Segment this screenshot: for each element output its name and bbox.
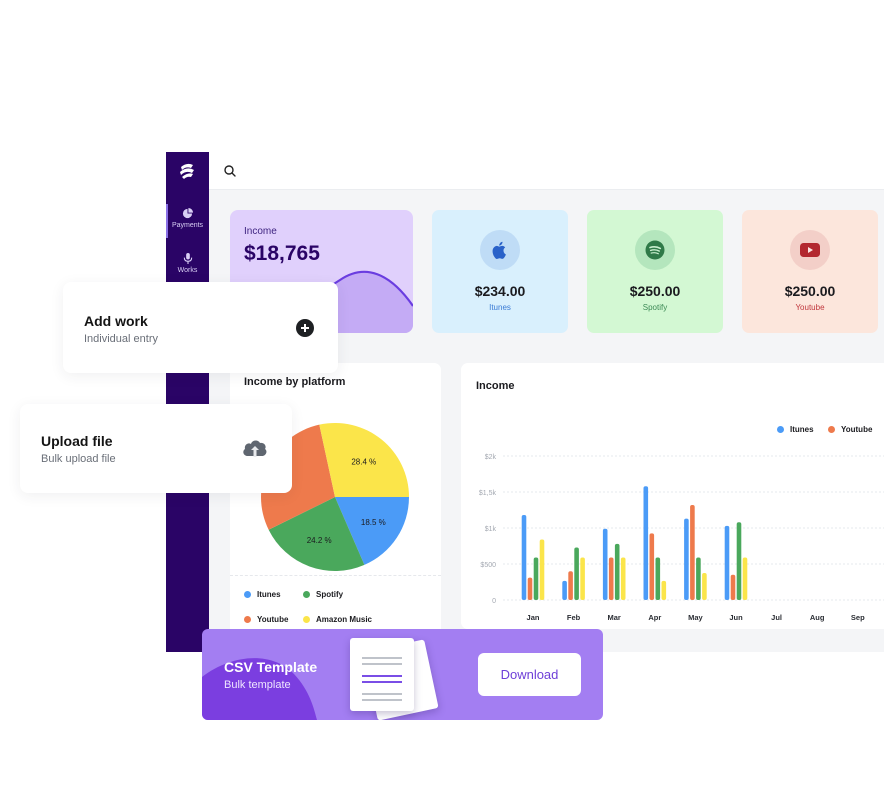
plus-icon [301,324,309,332]
legend-item-itunes[interactable]: Itunes [244,590,281,599]
cloud-upload-icon[interactable] [241,437,269,459]
csv-template-banner: CSV Template Bulk template Download [202,629,603,720]
x-tick-label: Jan [527,613,540,622]
bar-amazon-music-feb[interactable] [580,557,585,600]
pie-slice-label: 18.5 % [361,518,386,527]
bar-youtube-apr[interactable] [649,533,655,600]
platform-icon-wrap [480,230,520,270]
legend-dot [303,616,310,623]
bar-itunes-may[interactable] [684,518,689,600]
csv-title: CSV Template [224,659,318,675]
platform-amount: $250.00 [784,283,836,299]
add-work-card[interactable]: Add work Individual entry [63,282,338,373]
apple-icon [492,241,506,259]
income-label: Income [244,226,277,237]
x-tick-label: Apr [648,613,661,622]
top-bar [209,152,884,190]
sidebar-item-payments[interactable]: Payments [166,204,209,238]
add-work-title: Add work [84,313,148,329]
bar-youtube-feb[interactable] [568,571,573,600]
platform-name: Itunes [489,303,511,312]
bar-itunes-jun[interactable] [724,525,730,600]
y-tick-label: 0 [492,598,496,605]
bar-itunes-jan[interactable] [521,515,527,600]
spotify-icon [645,240,665,260]
bar-youtube-mar[interactable] [608,557,614,600]
income-bar-panel: Income Itunes Youtube 0 $500 $1k $1,5k $2k Ja… [461,363,884,629]
bar-youtube-jan[interactable] [527,577,533,600]
bar-spotify-may[interactable] [696,557,701,600]
upload-file-title: Upload file [41,433,113,449]
sidebar-item-label: Payments [171,222,204,229]
legend-label: Youtube [257,615,289,624]
bar-youtube-may[interactable] [690,504,695,600]
x-tick-label: Mar [608,613,621,622]
x-tick-label: Aug [810,613,825,622]
download-button[interactable]: Download [478,653,581,696]
bar-itunes-apr[interactable] [643,486,649,600]
bar-amazon-music-may[interactable] [702,573,707,600]
legend-item-spotify[interactable]: Spotify [303,590,343,599]
brand-logo-icon [180,163,194,179]
y-tick-label: $1,5k [479,490,497,497]
bar-spotify-mar[interactable] [614,543,620,600]
y-tick-label: $1k [485,526,497,533]
bar-chart: 0 $500 $1k $1,5k $2k Jan Feb Mar Apr May Jun Jul Aug… [479,454,884,622]
microphone-icon [183,253,192,264]
add-work-subtitle: Individual entry [84,333,158,345]
legend-dot [303,591,310,598]
legend-label: Amazon Music [316,615,373,624]
platform-icon-wrap [790,230,830,270]
pie-slice-label: 24.2 % [307,536,332,545]
sidebar: Payments Works [166,152,209,652]
app-window: Payments Works Income $18,765 $234.00 It… [166,152,884,652]
document-icon [350,638,414,711]
x-tick-label: Jun [729,613,743,622]
bar-amazon-music-mar[interactable] [620,557,626,600]
legend-item-youtube[interactable]: Youtube [244,615,288,624]
platform-card-spotify: $250.00 Spotify [587,210,723,333]
legend-item-amazon-music[interactable]: Amazon Music [303,615,372,624]
platform-card-itunes: $234.00 Itunes [432,210,568,333]
bar-itunes-feb[interactable] [562,580,567,600]
bar-amazon-music-jan[interactable] [539,539,545,600]
upload-file-subtitle: Bulk upload file [41,453,116,465]
pie-slice-label: 28.4 % [351,457,376,466]
x-tick-label: Feb [567,613,581,622]
platform-card-youtube: $250.00 Youtube [742,210,878,333]
bar-youtube-jun[interactable] [730,574,736,600]
bar-spotify-feb[interactable] [574,547,579,600]
add-work-button[interactable] [296,319,314,337]
legend-dot [244,616,251,623]
legend-label: Itunes [257,590,281,599]
search-icon[interactable] [223,164,237,178]
bar-amazon-music-apr[interactable] [661,580,667,600]
bar-amazon-music-jun[interactable] [742,557,748,600]
platform-name: Spotify [642,303,668,312]
sidebar-item-works[interactable]: Works [166,253,209,274]
x-tick-label: Sep [851,613,865,622]
platform-amount: $250.00 [629,283,681,299]
y-tick-label: $2k [485,454,497,461]
csv-subtitle: Bulk template [224,679,291,691]
bar-itunes-mar[interactable] [602,528,608,600]
x-tick-label: Jul [771,613,782,622]
x-tick-label: May [688,613,703,622]
bar-spotify-jun[interactable] [736,522,742,600]
platform-icon-wrap [635,230,675,270]
divider [230,575,441,576]
upload-file-card[interactable]: Upload file Bulk upload file [20,404,292,493]
platform-amount: $234.00 [474,283,526,299]
y-tick-label: $500 [480,562,496,569]
sidebar-item-label: Works [177,267,198,274]
youtube-icon [800,243,820,257]
legend-dot [244,591,251,598]
bar-spotify-jan[interactable] [533,557,539,600]
legend-label: Spotify [316,590,344,599]
bar-spotify-apr[interactable] [655,557,661,600]
platform-name: Youtube [795,303,825,312]
pie-chart-icon [182,208,193,219]
